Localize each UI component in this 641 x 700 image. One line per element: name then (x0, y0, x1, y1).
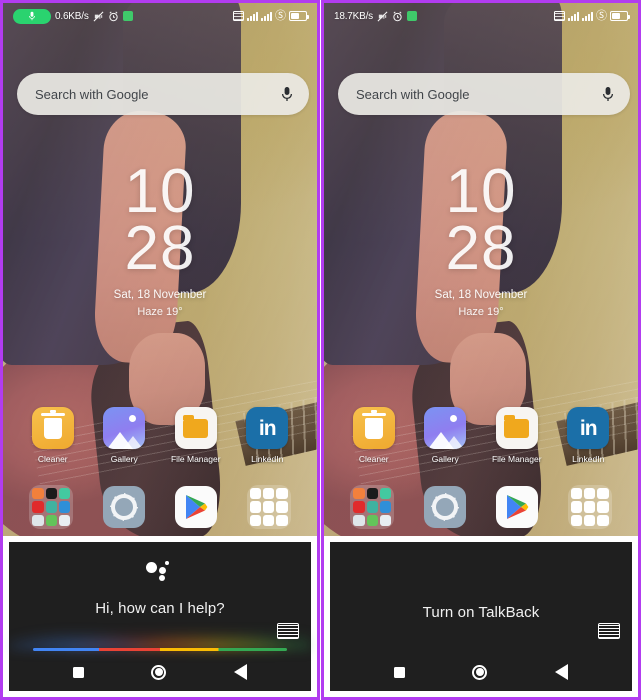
status-bar-right: Ⓢ (233, 9, 309, 22)
cleaner-icon (352, 407, 395, 449)
assistant-surface: Turn on TalkBack (330, 542, 632, 691)
file-manager-icon (174, 407, 217, 449)
back-triangle-icon[interactable] (555, 664, 569, 680)
app-icon-cleaner[interactable]: Cleaner (343, 407, 405, 464)
dock-google-folder[interactable] (246, 484, 292, 530)
app-label: Gallery (110, 454, 138, 464)
cleaner-icon (31, 407, 74, 449)
search-microphone-icon[interactable] (602, 86, 614, 102)
assistant-message: Turn on TalkBack (422, 604, 540, 621)
status-bar-right: Ⓢ (554, 9, 630, 22)
green-badge-icon (122, 11, 133, 21)
app-icon-file-manager[interactable]: File Manager (486, 407, 548, 464)
network-speed-label: 18.7KB/s (334, 10, 373, 22)
alarm-clock-icon (393, 11, 402, 21)
assistant-panel-left: Hi, how can I help? (0, 536, 320, 700)
dock-google-folder[interactable] (567, 484, 613, 530)
home-screen-left: 0.6KB/s Ⓢ Search with Google 10 28 Sat, … (0, 0, 320, 536)
play-store-icon (496, 486, 539, 528)
linkedin-icon: in (246, 407, 289, 449)
status-bar-left: 18.7KB/s (334, 11, 417, 22)
gallery-icon (424, 407, 467, 449)
phone-panel-right: 18.7KB/s Ⓢ Search with Google 10 28 Sat,… (321, 0, 641, 700)
battery-icon (610, 11, 630, 21)
google-search-bar[interactable]: Search with Google (17, 73, 309, 115)
do-not-disturb-icon: Ⓢ (275, 9, 286, 22)
gallery-icon (103, 407, 146, 449)
google-search-bar[interactable]: Search with Google (338, 73, 630, 115)
signal-bars-icon (261, 11, 272, 21)
assistant-panel-right: Turn on TalkBack (321, 536, 641, 700)
app-icon-cleaner[interactable]: Cleaner (22, 407, 84, 464)
back-triangle-icon[interactable] (234, 664, 248, 680)
green-badge-icon (406, 11, 417, 21)
network-speed-label: 0.6KB/s (55, 10, 89, 22)
app-icon-file-manager[interactable]: File Manager (165, 407, 227, 464)
dock-play-store[interactable] (494, 484, 540, 530)
play-store-icon (175, 486, 218, 528)
dock-play-store[interactable] (173, 484, 219, 530)
do-not-disturb-icon: Ⓢ (596, 9, 607, 22)
google-folder-icon (567, 485, 612, 529)
app-icon-gallery[interactable]: Gallery (414, 407, 476, 464)
assistant-surface: Hi, how can I help? (9, 542, 311, 691)
app-grid: Cleaner Gallery File Manager in LinkedIn (3, 407, 317, 464)
signal-4g-icon (247, 11, 258, 21)
app-label: Cleaner (358, 454, 389, 464)
search-input[interactable]: Search with Google (35, 87, 148, 102)
search-microphone-icon[interactable] (281, 86, 293, 102)
app-label: File Manager (170, 454, 221, 464)
folder-icon (29, 485, 74, 529)
recents-square-icon[interactable] (72, 666, 84, 678)
signal-4g-icon (568, 11, 579, 21)
keyboard-icon[interactable] (277, 623, 299, 639)
alarm-clock-icon (108, 11, 118, 21)
search-input[interactable]: Search with Google (356, 87, 469, 102)
recents-square-icon[interactable] (393, 666, 405, 678)
gear-icon (423, 486, 466, 528)
sim-card-icon (554, 11, 565, 21)
status-bar: 0.6KB/s Ⓢ (3, 3, 317, 29)
folder-icon (350, 485, 395, 529)
status-bar-left: 0.6KB/s (13, 8, 133, 24)
home-circle-icon[interactable] (472, 664, 488, 680)
app-label: LinkedIn (572, 454, 605, 464)
assistant-message: Hi, how can I help? (95, 600, 225, 617)
app-icon-linkedin[interactable]: in LinkedIn (557, 407, 619, 464)
vibrate-off-icon (377, 11, 388, 21)
signal-bars-icon (582, 11, 593, 21)
dock (324, 484, 638, 530)
home-screen-right: 18.7KB/s Ⓢ Search with Google 10 28 Sat,… (321, 0, 641, 536)
app-label: LinkedIn (251, 454, 284, 464)
google-folder-icon (246, 485, 291, 529)
sim-card-icon (233, 11, 244, 21)
home-circle-icon[interactable] (151, 664, 167, 680)
dock (3, 484, 317, 530)
linkedin-icon: in (567, 407, 610, 449)
navigation-bar (9, 659, 311, 685)
dock-apps-folder[interactable] (28, 484, 74, 530)
app-grid: Cleaner Gallery File Manager in LinkedIn (324, 407, 638, 464)
assistant-listening-bar (33, 648, 287, 651)
vibrate-off-icon (93, 11, 104, 21)
gear-icon (102, 486, 145, 528)
navigation-bar (330, 659, 632, 685)
phone-panel-left: 0.6KB/s Ⓢ Search with Google 10 28 Sat, … (0, 0, 320, 700)
keyboard-icon[interactable] (598, 623, 620, 639)
app-icon-linkedin[interactable]: in LinkedIn (236, 407, 298, 464)
dock-settings[interactable] (101, 484, 147, 530)
dock-settings[interactable] (422, 484, 468, 530)
app-label: Cleaner (37, 454, 68, 464)
app-label: Gallery (431, 454, 459, 464)
assistant-glow (9, 617, 311, 651)
app-label: File Manager (491, 454, 542, 464)
file-manager-icon (495, 407, 538, 449)
battery-icon (289, 11, 309, 21)
comparison-screenshot: 0.6KB/s Ⓢ Search with Google 10 28 Sat, … (0, 0, 641, 700)
microphone-icon (13, 8, 51, 24)
app-icon-gallery[interactable]: Gallery (93, 407, 155, 464)
status-bar: 18.7KB/s Ⓢ (324, 3, 638, 29)
dock-apps-folder[interactable] (349, 484, 395, 530)
google-assistant-dots-icon (146, 560, 174, 581)
